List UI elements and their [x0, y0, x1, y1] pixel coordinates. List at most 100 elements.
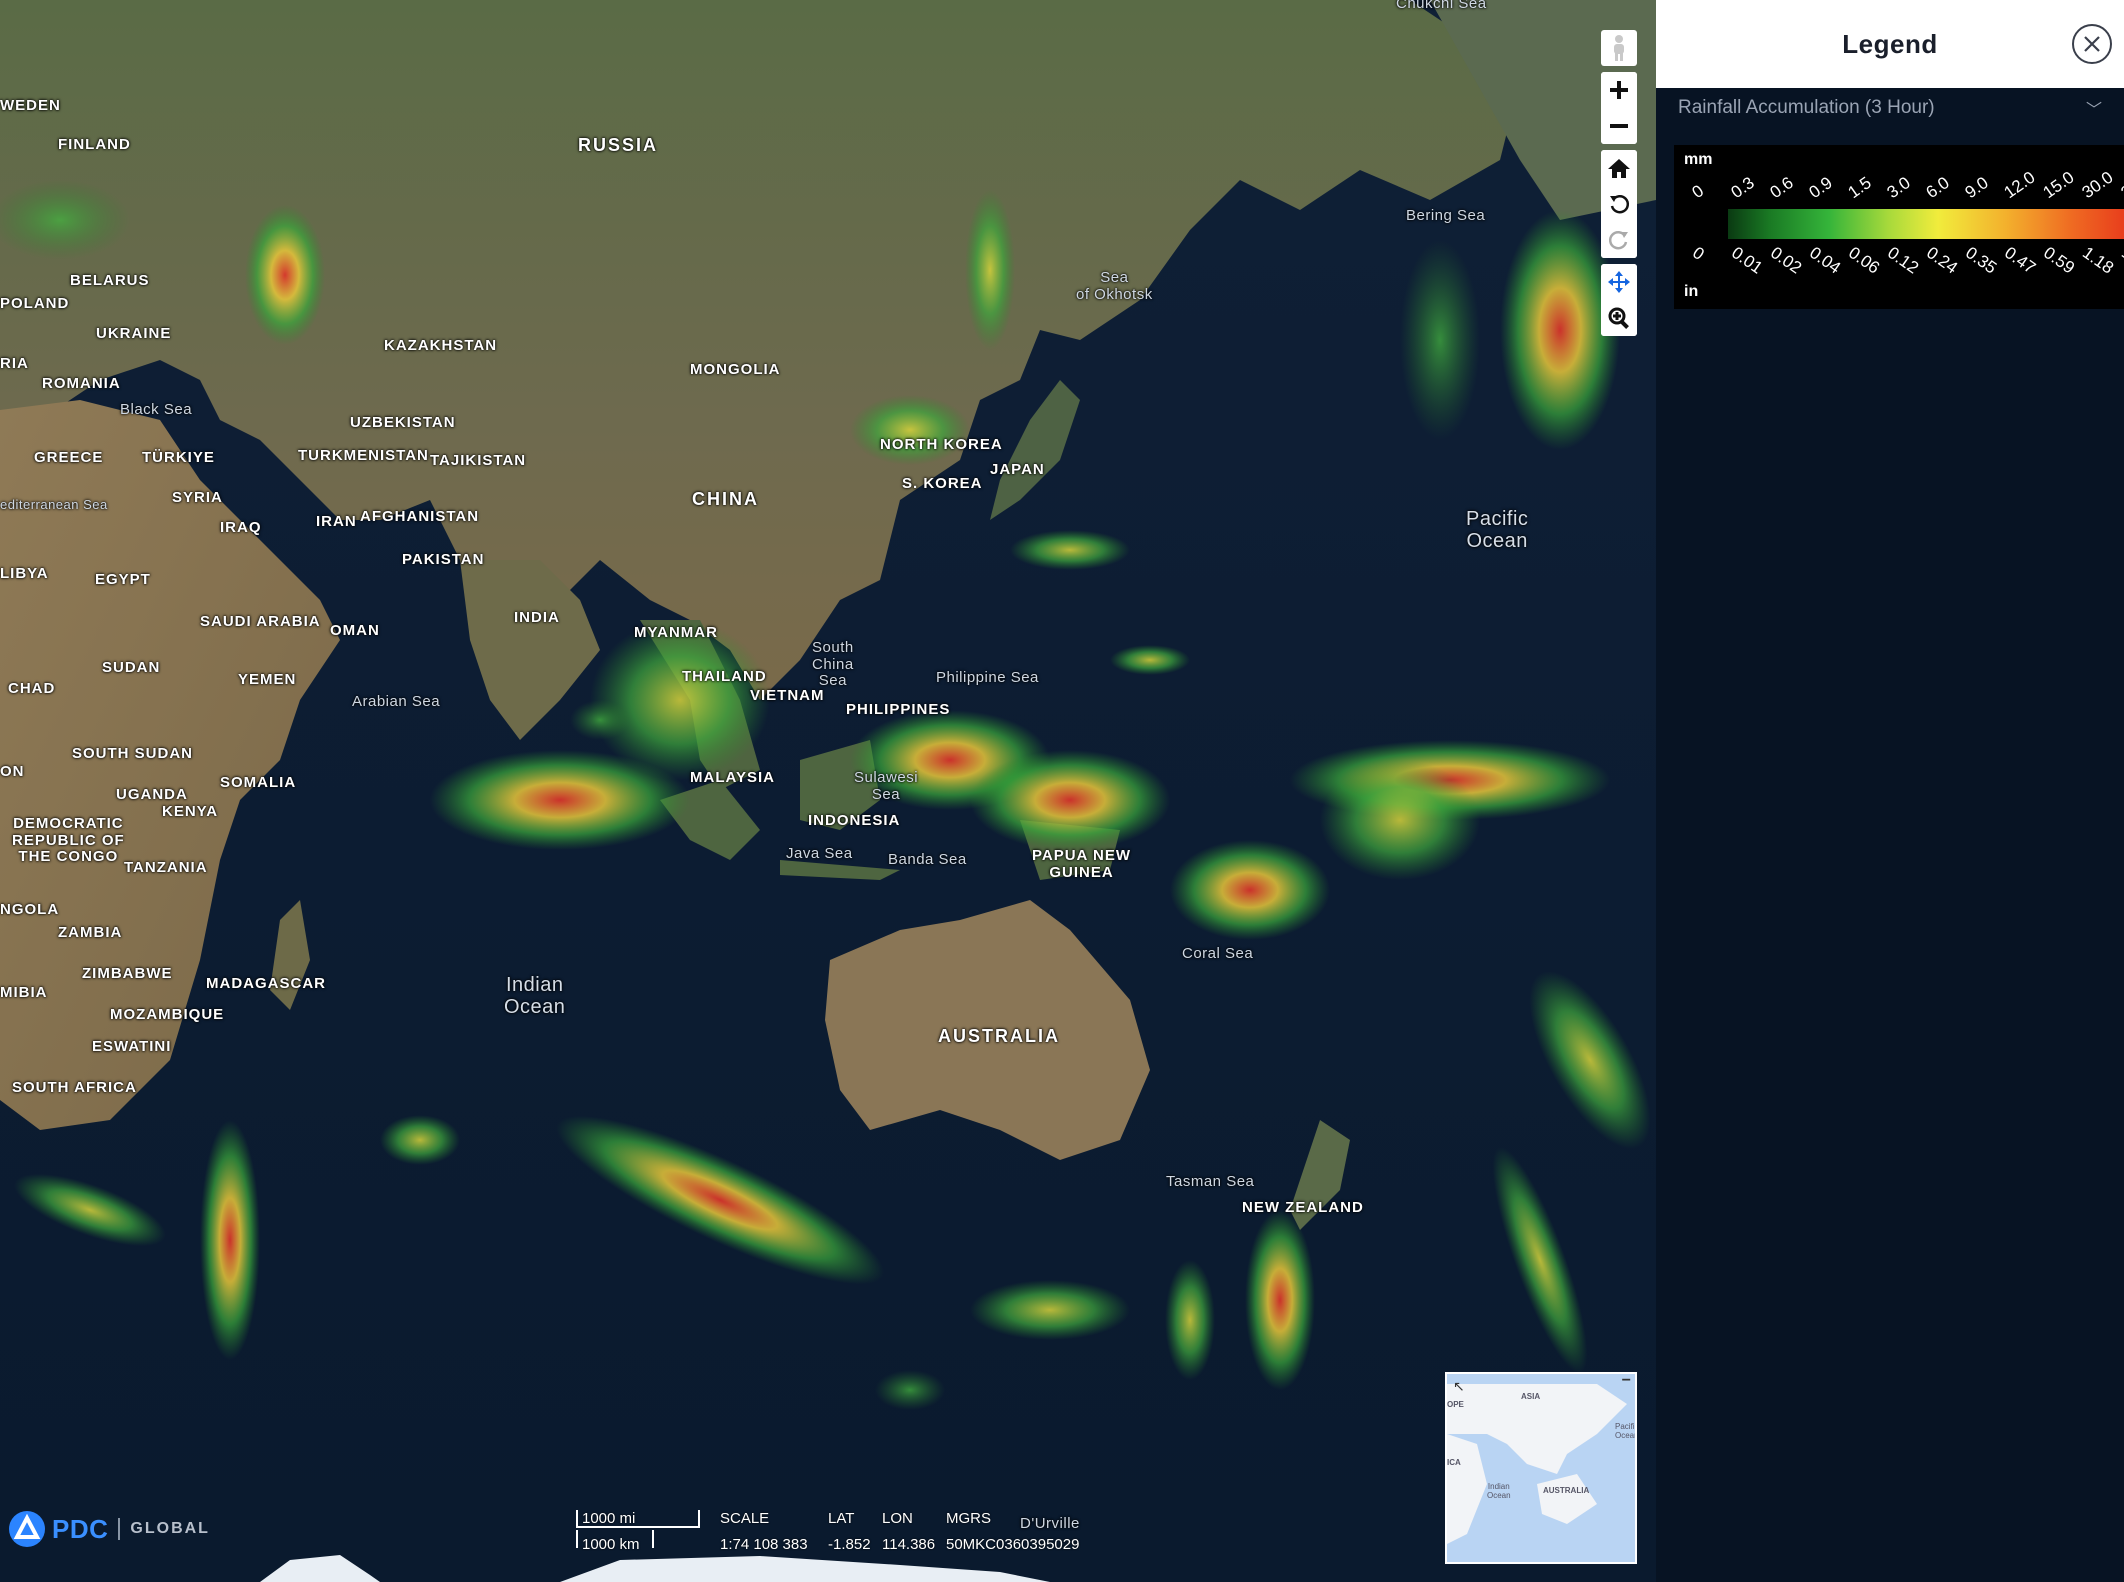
undo-view-button[interactable] [1601, 186, 1637, 222]
rain-cell [850, 395, 970, 465]
zoom-box-button[interactable] [1601, 300, 1637, 336]
mm-tick-label: 0.9 [1805, 173, 1836, 203]
pan-arrows-icon [1608, 271, 1630, 293]
overview-expand-icon[interactable]: ↖ [1453, 1378, 1465, 1395]
app: WEDEN FINLAND RUSSIA BELARUS POLAND UKRA… [0, 0, 2124, 1582]
label-bering-sea: Bering Sea [1406, 207, 1486, 224]
overview-label-ica: ICA [1447, 1458, 1461, 1467]
label-north-korea: NORTH KOREA [880, 436, 1003, 453]
legend-layer-row[interactable]: Rainfall Accumulation (3 Hour) ﹀ [1656, 88, 2124, 128]
label-zimbabwe: ZIMBABWE [82, 965, 173, 982]
minus-icon [1610, 124, 1628, 128]
label-iran: IRAN [316, 513, 357, 530]
label-uganda: UGANDA [116, 786, 188, 803]
mm-tick-label: 12.0 [2000, 167, 2039, 203]
street-view-group [1601, 30, 1637, 66]
magnifier-icon [1608, 307, 1629, 329]
rain-cell [1165, 1260, 1215, 1380]
rainfall-color-scale: mm in 0 0.3 0.6 0.9 1.5 3.0 6.0 9.0 12.0 15.0 30.0… [1674, 145, 2124, 309]
overview-collapse-icon[interactable]: − [1622, 1374, 1631, 1390]
redo-view-button[interactable] [1601, 222, 1637, 258]
label-durville: D'Urville [1020, 1515, 1080, 1532]
label-somalia: SOMALIA [220, 774, 297, 791]
zoom-in-button[interactable] [1601, 72, 1637, 108]
pdc-brand-text: PDC [52, 1513, 109, 1544]
home-icon [1608, 159, 1630, 178]
label-romania: ROMANIA [42, 375, 121, 392]
label-tasman-sea: Tasman Sea [1166, 1173, 1255, 1190]
label-java-sea: Java Sea [786, 845, 853, 862]
label-finland: FINLAND [58, 136, 131, 153]
unit-mm: mm [1684, 151, 1713, 168]
scale-label: SCALE [720, 1510, 770, 1527]
rain-cell [1320, 760, 1480, 880]
mm-tick-label: 15.0 [2039, 167, 2078, 203]
rain-cell [1170, 840, 1330, 940]
zoom-out-button[interactable] [1601, 108, 1637, 144]
label-mozambique: MOZAMBIQUE [110, 1006, 225, 1023]
pdc-logo[interactable]: PDC GLOBAL [8, 1510, 210, 1548]
in-tick-label: 0 [1689, 243, 1708, 264]
rain-cell [430, 750, 690, 850]
overview-map-land [1447, 1384, 1627, 1544]
label-banda-sea: Banda Sea [888, 851, 967, 868]
label-mediterranean-sea: editerranean Sea [0, 497, 108, 512]
label-libya: LIBYA [0, 565, 49, 582]
in-tick-label: 0.24 [1923, 243, 1962, 278]
pdc-logo-icon [9, 1511, 45, 1547]
label-afghanistan: AFGHANISTAN [360, 508, 480, 525]
map-canvas[interactable]: WEDEN FINLAND RUSSIA BELARUS POLAND UKRA… [0, 0, 1656, 1582]
rain-cell [245, 205, 325, 345]
close-icon [2084, 36, 2100, 52]
mm-tick-label: 30.0 [2078, 167, 2117, 203]
label-coral-sea: Coral Sea [1182, 945, 1254, 962]
label-poland: POLAND [0, 295, 70, 312]
label-sweden: WEDEN [0, 97, 61, 114]
mm-tick-label: 0.3 [1727, 173, 1758, 203]
label-sulawesi-sea: Sulawesi Sea [854, 769, 919, 803]
person-icon[interactable] [1601, 30, 1637, 66]
label-black-sea: Black Sea [120, 401, 193, 418]
label-eswatini: ESWATINI [92, 1038, 172, 1055]
label-ria: RIA [0, 355, 29, 372]
mm-tick-label: 3.0 [1883, 173, 1914, 203]
chevron-down-icon[interactable]: ﹀ [2086, 96, 2102, 120]
label-indian-ocean: Indian Ocean [504, 974, 566, 1018]
label-tajikistan: TAJIKISTAN [430, 452, 527, 469]
overview-map[interactable]: ↖ − ASIA AUSTRALIA Indian Ocean Pacific … [1445, 1372, 1637, 1564]
label-sea-of-okhotsk: Sea of Okhotsk [1076, 269, 1153, 303]
home-button[interactable] [1601, 150, 1637, 186]
rain-cell [875, 1370, 945, 1410]
rain-cell [1492, 1146, 1588, 1374]
label-s-korea: S. KOREA [902, 475, 983, 492]
label-chad: CHAD [8, 680, 56, 697]
pan-tool-button[interactable] [1601, 264, 1637, 300]
label-drc: DEMOCRATIC REPUBLIC OF THE CONGO [12, 815, 125, 865]
zoom-group [1601, 72, 1637, 144]
japan-landmass [990, 380, 1080, 520]
label-south-china-sea: South China Sea [812, 639, 854, 689]
label-uzbekistan: UZBEKISTAN [350, 414, 456, 431]
in-tick-label: 0.35 [1962, 243, 2001, 278]
mm-tick-label: 0.6 [1766, 173, 1797, 203]
close-legend-button[interactable] [2072, 24, 2112, 64]
rain-cell [965, 190, 1015, 350]
lat-label: LAT [828, 1510, 855, 1527]
in-tick-label: 0.12 [1884, 243, 1923, 278]
label-greece: GREECE [34, 449, 104, 466]
label-madagascar: MADAGASCAR [206, 975, 326, 992]
label-malaysia: MALAYSIA [690, 769, 775, 786]
label-new-zealand: NEW ZEALAND [1242, 1199, 1364, 1216]
label-ukraine: UKRAINE [96, 325, 172, 342]
label-syria: SYRIA [172, 489, 223, 506]
rain-cell [1529, 971, 1651, 1149]
label-philippine-sea: Philippine Sea [936, 669, 1039, 686]
label-tanzania: TANZANIA [124, 859, 208, 876]
label-oman: OMAN [330, 622, 380, 639]
label-australia: AUSTRALIA [938, 1026, 1060, 1046]
in-tick-label: 1.46 [2118, 243, 2124, 278]
label-myanmar: MYANMAR [634, 624, 718, 641]
overview-label-indian-ocean: Indian Ocean [1487, 1482, 1511, 1500]
label-mibia: MIBIA [0, 984, 48, 1001]
in-tick-label: 0.06 [1845, 243, 1884, 278]
